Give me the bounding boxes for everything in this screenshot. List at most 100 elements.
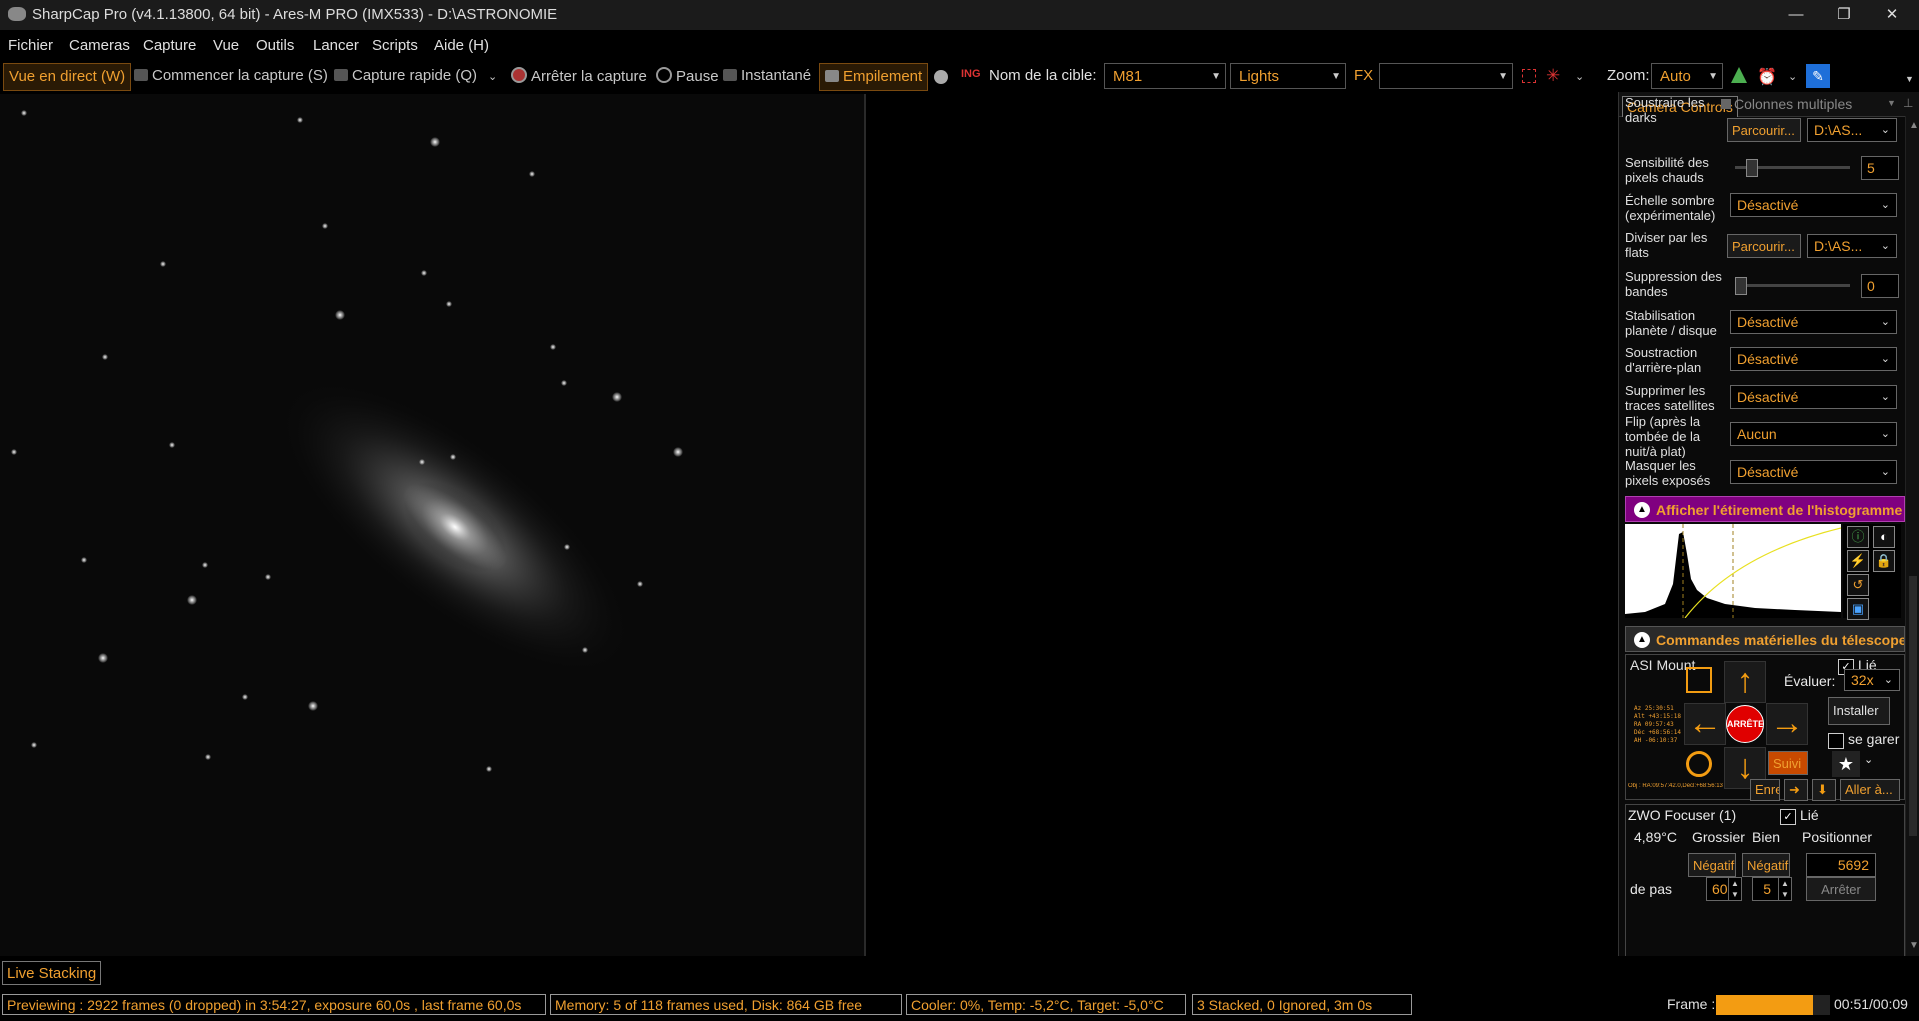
banding-value[interactable]: 0 bbox=[1861, 274, 1899, 298]
toolbar-overflow-icon[interactable]: ▼ bbox=[1905, 74, 1914, 84]
snapshot-label: Instantané bbox=[741, 67, 812, 84]
tab-menu-icon[interactable]: ▼ bbox=[1887, 98, 1896, 108]
telescope-section-header[interactable]: ▲ Commandes matérielles du télescope bbox=[1625, 626, 1905, 652]
install-button[interactable]: Installer bbox=[1828, 697, 1890, 725]
roi-icon[interactable] bbox=[1522, 69, 1536, 83]
pin-icon[interactable]: ⊥ bbox=[1903, 96, 1913, 110]
home-target-icon[interactable] bbox=[1686, 751, 1712, 777]
pause-button[interactable]: Pause bbox=[656, 67, 719, 85]
banding-slider[interactable] bbox=[1735, 274, 1850, 298]
star bbox=[202, 562, 208, 568]
planet-stabilization-combo[interactable]: Désactivé ⌄ bbox=[1730, 310, 1897, 334]
stop-mount-button[interactable]: ARRÊTE bbox=[1726, 705, 1764, 743]
lightning-icon[interactable]: ⚡ bbox=[1847, 550, 1869, 572]
flip-label: Flip (après la tombée de la nuit/à plat) bbox=[1625, 414, 1701, 458]
menu-lancer[interactable]: Lancer bbox=[313, 37, 359, 54]
park-checkbox[interactable] bbox=[1828, 733, 1844, 749]
scroll-down-icon[interactable]: ▼ bbox=[1909, 940, 1919, 951]
target-name-combo[interactable]: M81 ▼ bbox=[1104, 63, 1226, 89]
flip-combo[interactable]: Aucun ⌄ bbox=[1730, 422, 1897, 446]
coarse-negative-button[interactable]: Négatif bbox=[1688, 853, 1736, 877]
next-arrow-button[interactable]: ➜ bbox=[1784, 779, 1808, 801]
alarm-icon[interactable]: ⏰ bbox=[1757, 67, 1777, 87]
goto-button[interactable]: Aller à... bbox=[1840, 779, 1900, 801]
telescope-tool-icon[interactable]: ✎ bbox=[1806, 64, 1830, 88]
fx-combo[interactable]: ▼ bbox=[1379, 63, 1513, 89]
snapshot-button[interactable]: Instantané bbox=[723, 67, 811, 84]
reticle-icon[interactable]: ✳ bbox=[1546, 66, 1560, 86]
focuser-linked-checkbox[interactable]: ✓ bbox=[1780, 809, 1796, 825]
stacking-button[interactable]: Empilement bbox=[819, 63, 929, 91]
zoom-combo[interactable]: Auto ▼ bbox=[1651, 63, 1723, 89]
spiral-search-icon[interactable] bbox=[1686, 667, 1712, 693]
north-arrow-button[interactable]: ↑ bbox=[1724, 661, 1766, 703]
histogram-icon[interactable] bbox=[1731, 67, 1747, 83]
collapse-icon[interactable]: ▲ bbox=[1634, 502, 1650, 518]
down-arrow-button[interactable]: ⬇ bbox=[1812, 779, 1836, 801]
quick-capture-button[interactable]: Capture rapide (Q) bbox=[334, 67, 477, 84]
satellite-trails-combo[interactable]: Désactivé ⌄ bbox=[1730, 385, 1897, 409]
scroll-up-icon[interactable]: ▲ bbox=[1909, 120, 1919, 131]
slider-knob[interactable] bbox=[1735, 277, 1747, 295]
menu-cameras[interactable]: Cameras bbox=[69, 37, 130, 54]
mask-exposed-pixels-combo[interactable]: Désactivé ⌄ bbox=[1730, 460, 1897, 484]
background-subtraction-combo[interactable]: Désactivé ⌄ bbox=[1730, 347, 1897, 371]
tab-multiple-columns[interactable]: Colonnes multiples bbox=[1721, 96, 1852, 114]
live-view-button[interactable]: Vue en direct (W) bbox=[3, 63, 132, 91]
reset-icon[interactable]: ↺ bbox=[1847, 574, 1869, 596]
fine-negative-button[interactable]: Négatif bbox=[1742, 853, 1790, 877]
menu-scripts[interactable]: Scripts bbox=[372, 37, 418, 54]
hot-pixel-slider[interactable] bbox=[1735, 156, 1850, 180]
dark-scale-combo[interactable]: Désactivé ⌄ bbox=[1730, 193, 1897, 217]
menu-capture[interactable]: Capture bbox=[143, 37, 196, 54]
menu-aide[interactable]: Aide (H) bbox=[434, 37, 489, 54]
east-arrow-button[interactable]: → bbox=[1766, 703, 1808, 745]
tracking-button[interactable]: Suivi bbox=[1768, 751, 1808, 775]
darks-file-combo[interactable]: D:\AS... ⌄ bbox=[1807, 118, 1897, 142]
quick-capture-dropdown-icon[interactable]: ⌄ bbox=[488, 70, 497, 83]
slider-knob[interactable] bbox=[1745, 159, 1758, 177]
auto-stretch-icon[interactable]: ⓘ bbox=[1847, 526, 1869, 548]
contrast-icon[interactable]: ◐ bbox=[1873, 526, 1895, 548]
reticle-dropdown-icon[interactable]: ⌄ bbox=[1575, 70, 1584, 83]
coarse-step-spinner-icon[interactable]: ▲ ▼ bbox=[1728, 877, 1742, 901]
frame-type-combo[interactable]: Lights ▼ bbox=[1230, 63, 1346, 89]
west-arrow-button[interactable]: ← bbox=[1684, 703, 1726, 745]
stop-capture-button[interactable]: Arrêter la capture bbox=[511, 67, 647, 85]
panel-scrollbar[interactable]: ▲ ▼ bbox=[1905, 116, 1919, 956]
histogram-section-header[interactable]: ▲ Afficher l'étirement de l'histogramme bbox=[1625, 496, 1905, 522]
star-dropdown-icon[interactable]: ⌄ bbox=[1864, 753, 1873, 766]
star bbox=[102, 354, 108, 360]
lock-icon[interactable]: 🔒 bbox=[1873, 550, 1895, 572]
hot-pixel-value[interactable]: 5 bbox=[1861, 156, 1899, 180]
rate-combo[interactable]: 32x ⌄ bbox=[1844, 669, 1900, 691]
minimize-button[interactable]: — bbox=[1773, 0, 1819, 30]
fine-step-spinner-icon[interactable]: ▲ ▼ bbox=[1778, 877, 1792, 901]
focuser-temperature: 4,89°C bbox=[1634, 829, 1677, 845]
darks-browse-button[interactable]: Parcourir... bbox=[1727, 118, 1801, 142]
moon-icon[interactable] bbox=[934, 70, 948, 84]
menu-vue[interactable]: Vue bbox=[213, 37, 239, 54]
close-button[interactable]: ✕ bbox=[1869, 0, 1915, 30]
flats-browse-button[interactable]: Parcourir... bbox=[1727, 234, 1801, 258]
telescope-section-title: Commandes matérielles du télescope bbox=[1656, 632, 1905, 648]
histogram-chart[interactable] bbox=[1625, 524, 1841, 618]
save-position-button[interactable]: Enregistrer bbox=[1750, 779, 1780, 801]
alarm-dropdown-icon[interactable]: ⌄ bbox=[1788, 70, 1797, 83]
save-icon[interactable]: ▣ bbox=[1847, 598, 1869, 620]
star-icon[interactable]: ★ bbox=[1832, 751, 1860, 777]
start-capture-button[interactable]: Commencer la capture (S) bbox=[134, 67, 328, 84]
image-viewer[interactable] bbox=[0, 94, 864, 956]
focuser-position-value[interactable]: 5692 bbox=[1806, 853, 1876, 877]
restore-button[interactable]: ❐ bbox=[1821, 0, 1867, 30]
star bbox=[486, 766, 492, 772]
fits-icon[interactable]: ING bbox=[961, 68, 981, 84]
menu-outils[interactable]: Outils bbox=[256, 37, 294, 54]
scroll-thumb[interactable] bbox=[1909, 576, 1917, 836]
canvas-background bbox=[864, 94, 1618, 956]
menu-fichier[interactable]: Fichier bbox=[8, 37, 53, 54]
collapse-icon[interactable]: ▲ bbox=[1634, 632, 1650, 648]
live-stacking-tab[interactable]: Live Stacking bbox=[2, 961, 102, 985]
flats-file-combo[interactable]: D:\AS... ⌄ bbox=[1807, 234, 1897, 258]
focuser-stop-button[interactable]: Arrêter bbox=[1806, 877, 1876, 901]
